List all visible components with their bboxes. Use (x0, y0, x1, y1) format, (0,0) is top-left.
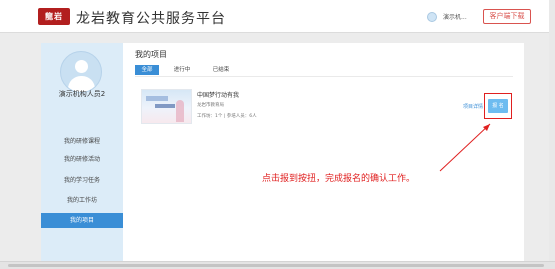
avatar-head-icon (75, 60, 88, 73)
project-card: 中国梦行动有我 龙岩市教育局 工作坊：1个 | 参培人员：6人 项目详情 报 名 (135, 85, 513, 130)
project-meta: 工作坊：1个 | 参培人员：6人 (197, 114, 257, 119)
user-avatar-icon[interactable] (427, 12, 437, 22)
enroll-highlight-box: 报 名 (484, 93, 512, 119)
sidebar-item-courses[interactable]: 我的研修课程 (41, 134, 123, 149)
sidebar-item-projects[interactable]: 我的项目 (41, 213, 123, 228)
sidebar-item-workshop[interactable]: 我的工作坊 (41, 193, 123, 208)
thumbnail-title-shape (155, 104, 175, 108)
client-download-button[interactable]: 客户端下载 (483, 9, 531, 24)
tab-bar: 全部 进行中 已结束 (135, 65, 513, 77)
sidebar-user-name: 演示机构人员2 (58, 90, 106, 98)
main-panel: 我的项目 全部 进行中 已结束 中国梦行动有我 龙岩市教育局 工作坊：1个 | … (123, 43, 524, 261)
tab-ongoing[interactable]: 进行中 (169, 65, 195, 75)
tab-finished[interactable]: 已结束 (208, 65, 234, 75)
thumbnail-banner-shape (146, 96, 168, 101)
site-title: 龙岩教育公共服务平台 (76, 11, 226, 27)
project-title[interactable]: 中国梦行动有我 (197, 90, 239, 99)
tab-all[interactable]: 全部 (135, 65, 159, 75)
sidebar: 演示机构人员2 我的研修课程 我的研修活动 我的学习任务 我的工作坊 我的项目 (41, 43, 123, 261)
sidebar-item-activities[interactable]: 我的研修活动 (41, 152, 123, 167)
vertical-scrollbar[interactable] (549, 0, 555, 261)
page-title: 我的项目 (135, 50, 167, 59)
project-detail-link[interactable]: 项目详情 (463, 103, 483, 110)
site-logo[interactable]: 龍岩 (38, 8, 70, 25)
sidebar-item-tasks[interactable]: 我的学习任务 (41, 173, 123, 188)
project-org: 龙岩市教育局 (197, 103, 224, 108)
top-header: 龍岩 龙岩教育公共服务平台 演示机... 客户端下载 (0, 0, 555, 33)
enroll-button[interactable]: 报 名 (488, 99, 508, 113)
project-thumbnail[interactable] (141, 89, 192, 124)
header-user-name[interactable]: 演示机... (443, 12, 467, 21)
horizontal-scrollbar[interactable] (0, 261, 555, 269)
annotation-text: 点击报到按扭，完成报名的确认工作。 (262, 174, 416, 184)
thumbnail-figure-shape (176, 100, 184, 122)
scrollbar-thumb[interactable] (8, 264, 544, 267)
avatar (60, 51, 102, 93)
